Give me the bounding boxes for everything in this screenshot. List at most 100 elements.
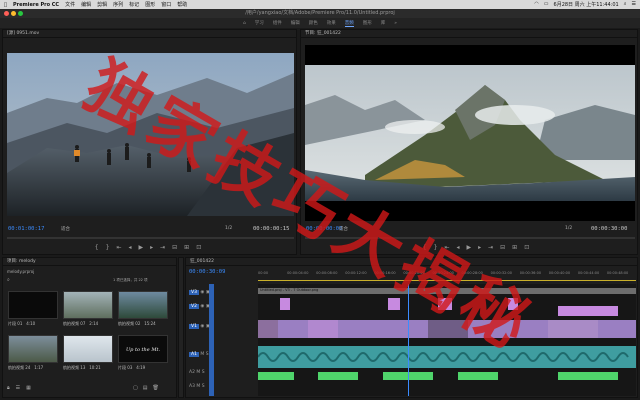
audio-clip[interactable]	[558, 372, 618, 380]
program-tab[interactable]: 节目: 狂_001422	[301, 30, 637, 38]
menu-graphics[interactable]: 图形	[145, 1, 155, 8]
battery-icon[interactable]: ▭	[544, 1, 549, 8]
program-go-to-in-icon[interactable]: ⇤	[444, 244, 449, 251]
program-fit-dropdown[interactable]: 适合	[339, 226, 348, 232]
menu-icon[interactable]: ☰	[632, 1, 636, 8]
timeline-timecode[interactable]: 00:00:30:09	[189, 269, 225, 275]
program-step-forward-icon[interactable]: ▸	[478, 244, 481, 251]
menu-help[interactable]: 帮助	[177, 1, 187, 8]
video-clip[interactable]	[508, 298, 518, 310]
video-clip[interactable]	[388, 298, 400, 310]
mark-in-icon[interactable]: {	[95, 244, 99, 251]
step-forward-icon[interactable]: ▸	[150, 244, 153, 251]
video-clip[interactable]	[438, 298, 452, 310]
source-fit-dropdown[interactable]: 适合	[61, 226, 70, 232]
minimize-window-button[interactable]	[11, 11, 16, 16]
video-clip[interactable]	[258, 320, 278, 338]
program-timecode[interactable]: 00:00:00:00	[306, 226, 342, 232]
source-timecode[interactable]: 00:01:00:17	[8, 226, 44, 232]
audio-clip[interactable]	[458, 372, 498, 380]
track-header-a3[interactable]: A3 M S	[189, 384, 205, 389]
program-play-icon[interactable]: ▶	[466, 244, 471, 251]
playhead[interactable]	[408, 284, 409, 396]
project-thumbnail[interactable]	[63, 291, 113, 319]
track-header-v2[interactable]: V2 ◉ ▣	[189, 304, 210, 309]
overwrite-icon[interactable]: ⊞	[184, 244, 189, 251]
project-thumbnail[interactable]: Up to the Mt.	[118, 335, 168, 363]
workspace-edit[interactable]: 编辑	[291, 20, 300, 26]
clock[interactable]: 6月28日 周六 上午11:44:01	[554, 1, 619, 8]
workspace-graphics[interactable]: 图形	[363, 20, 372, 26]
menu-file[interactable]: 文件	[65, 1, 75, 8]
project-search-icon[interactable]: ⌕	[7, 277, 10, 283]
close-window-button[interactable]	[4, 11, 9, 16]
ruler-tick-label: 00:00:12:00	[345, 271, 367, 275]
program-mark-in-icon[interactable]: {	[423, 244, 427, 251]
go-to-out-icon[interactable]: ⇥	[160, 244, 165, 251]
workspace-effects[interactable]: 效果	[327, 20, 336, 26]
track-area[interactable]: Untitled.proj - V3 - 7 Outdoor.png	[258, 284, 636, 396]
workspace-assembly[interactable]: 组件	[273, 20, 282, 26]
source-patch-column[interactable]	[209, 284, 214, 396]
audio-clip[interactable]	[318, 372, 358, 380]
video-clip[interactable]	[548, 320, 598, 338]
project-thumbnail[interactable]	[118, 291, 168, 319]
program-mark-out-icon[interactable]: }	[434, 244, 438, 251]
menu-clip[interactable]: 剪辑	[97, 1, 107, 8]
program-step-back-icon[interactable]: ◂	[456, 244, 459, 251]
source-resolution-dropdown[interactable]: 1/2	[225, 226, 232, 231]
workspace-audio[interactable]: 音频	[344, 20, 354, 27]
timeline-tab[interactable]: 狂_001422	[186, 258, 637, 266]
video-clip[interactable]	[308, 320, 338, 338]
workspace-color[interactable]: 颜色	[309, 20, 318, 26]
audio-clip[interactable]	[258, 372, 294, 380]
step-back-icon[interactable]: ◂	[128, 244, 131, 251]
timeline-ruler[interactable]: 00:00 00:00:04:00 00:00:08:00 00:00:12:00 00…	[258, 270, 636, 278]
play-icon[interactable]: ▶	[138, 244, 143, 251]
source-tab[interactable]: [源] 0951.mov	[3, 30, 296, 38]
video-clip[interactable]	[280, 298, 290, 310]
video-clip[interactable]	[558, 306, 618, 316]
track-header-v3[interactable]: V3 ◉ ▣	[189, 290, 210, 295]
video-clip[interactable]	[428, 320, 468, 338]
workspace-libraries[interactable]: 库	[381, 20, 386, 26]
track-header-a2[interactable]: A2 M S	[189, 370, 205, 375]
lock-icon[interactable]: 🔒︎	[7, 385, 10, 391]
search-icon[interactable]: ⌕	[624, 1, 627, 8]
source-scrubber[interactable]	[7, 237, 294, 239]
new-item-icon[interactable]: ▤	[143, 385, 148, 391]
program-resolution-dropdown[interactable]: 1/2	[565, 226, 572, 231]
mark-out-icon[interactable]: }	[106, 244, 110, 251]
menu-window[interactable]: 窗口	[161, 1, 171, 8]
insert-icon[interactable]: ⊟	[172, 244, 177, 251]
app-menu[interactable]: Premiere Pro CC	[13, 2, 59, 8]
menu-sequence[interactable]: 序列	[113, 1, 123, 8]
home-icon[interactable]: ⌂	[243, 21, 246, 26]
title-clip[interactable]: Untitled.proj - V3 - 7 Outdoor.png	[258, 288, 636, 294]
program-scrubber[interactable]	[305, 237, 635, 239]
zoom-window-button[interactable]	[18, 11, 23, 16]
go-to-in-icon[interactable]: ⇤	[116, 244, 121, 251]
apple-icon[interactable]: 	[4, 2, 7, 8]
icon-view-icon[interactable]: ▦	[26, 385, 31, 391]
track-header-v1[interactable]: V1 ◉ ▣	[189, 324, 210, 329]
program-export-frame-icon[interactable]: ⊡	[524, 244, 529, 251]
project-thumbnail[interactable]	[8, 335, 58, 363]
export-frame-icon[interactable]: ⊡	[196, 244, 201, 251]
menu-edit[interactable]: 编辑	[81, 1, 91, 8]
extract-icon[interactable]: ⊞	[512, 244, 517, 251]
trash-icon[interactable]: 🗑︎	[152, 385, 158, 391]
new-bin-icon[interactable]: ▢	[133, 385, 138, 391]
project-tab[interactable]: 项目: melody	[3, 258, 176, 266]
work-area-bar[interactable]	[258, 280, 636, 281]
more-icon[interactable]: »	[394, 21, 397, 26]
program-go-to-out-icon[interactable]: ⇥	[488, 244, 493, 251]
workspace-learn[interactable]: 学习	[255, 20, 264, 26]
track-header-a1[interactable]: A1 M S	[189, 352, 209, 357]
wifi-icon[interactable]: ◠	[534, 1, 538, 8]
project-thumbnail[interactable]	[8, 291, 58, 319]
menu-marker[interactable]: 标记	[129, 1, 139, 8]
lift-icon[interactable]: ⊟	[500, 244, 505, 251]
project-thumbnail[interactable]	[63, 335, 113, 363]
list-view-icon[interactable]: ☰	[16, 385, 20, 391]
